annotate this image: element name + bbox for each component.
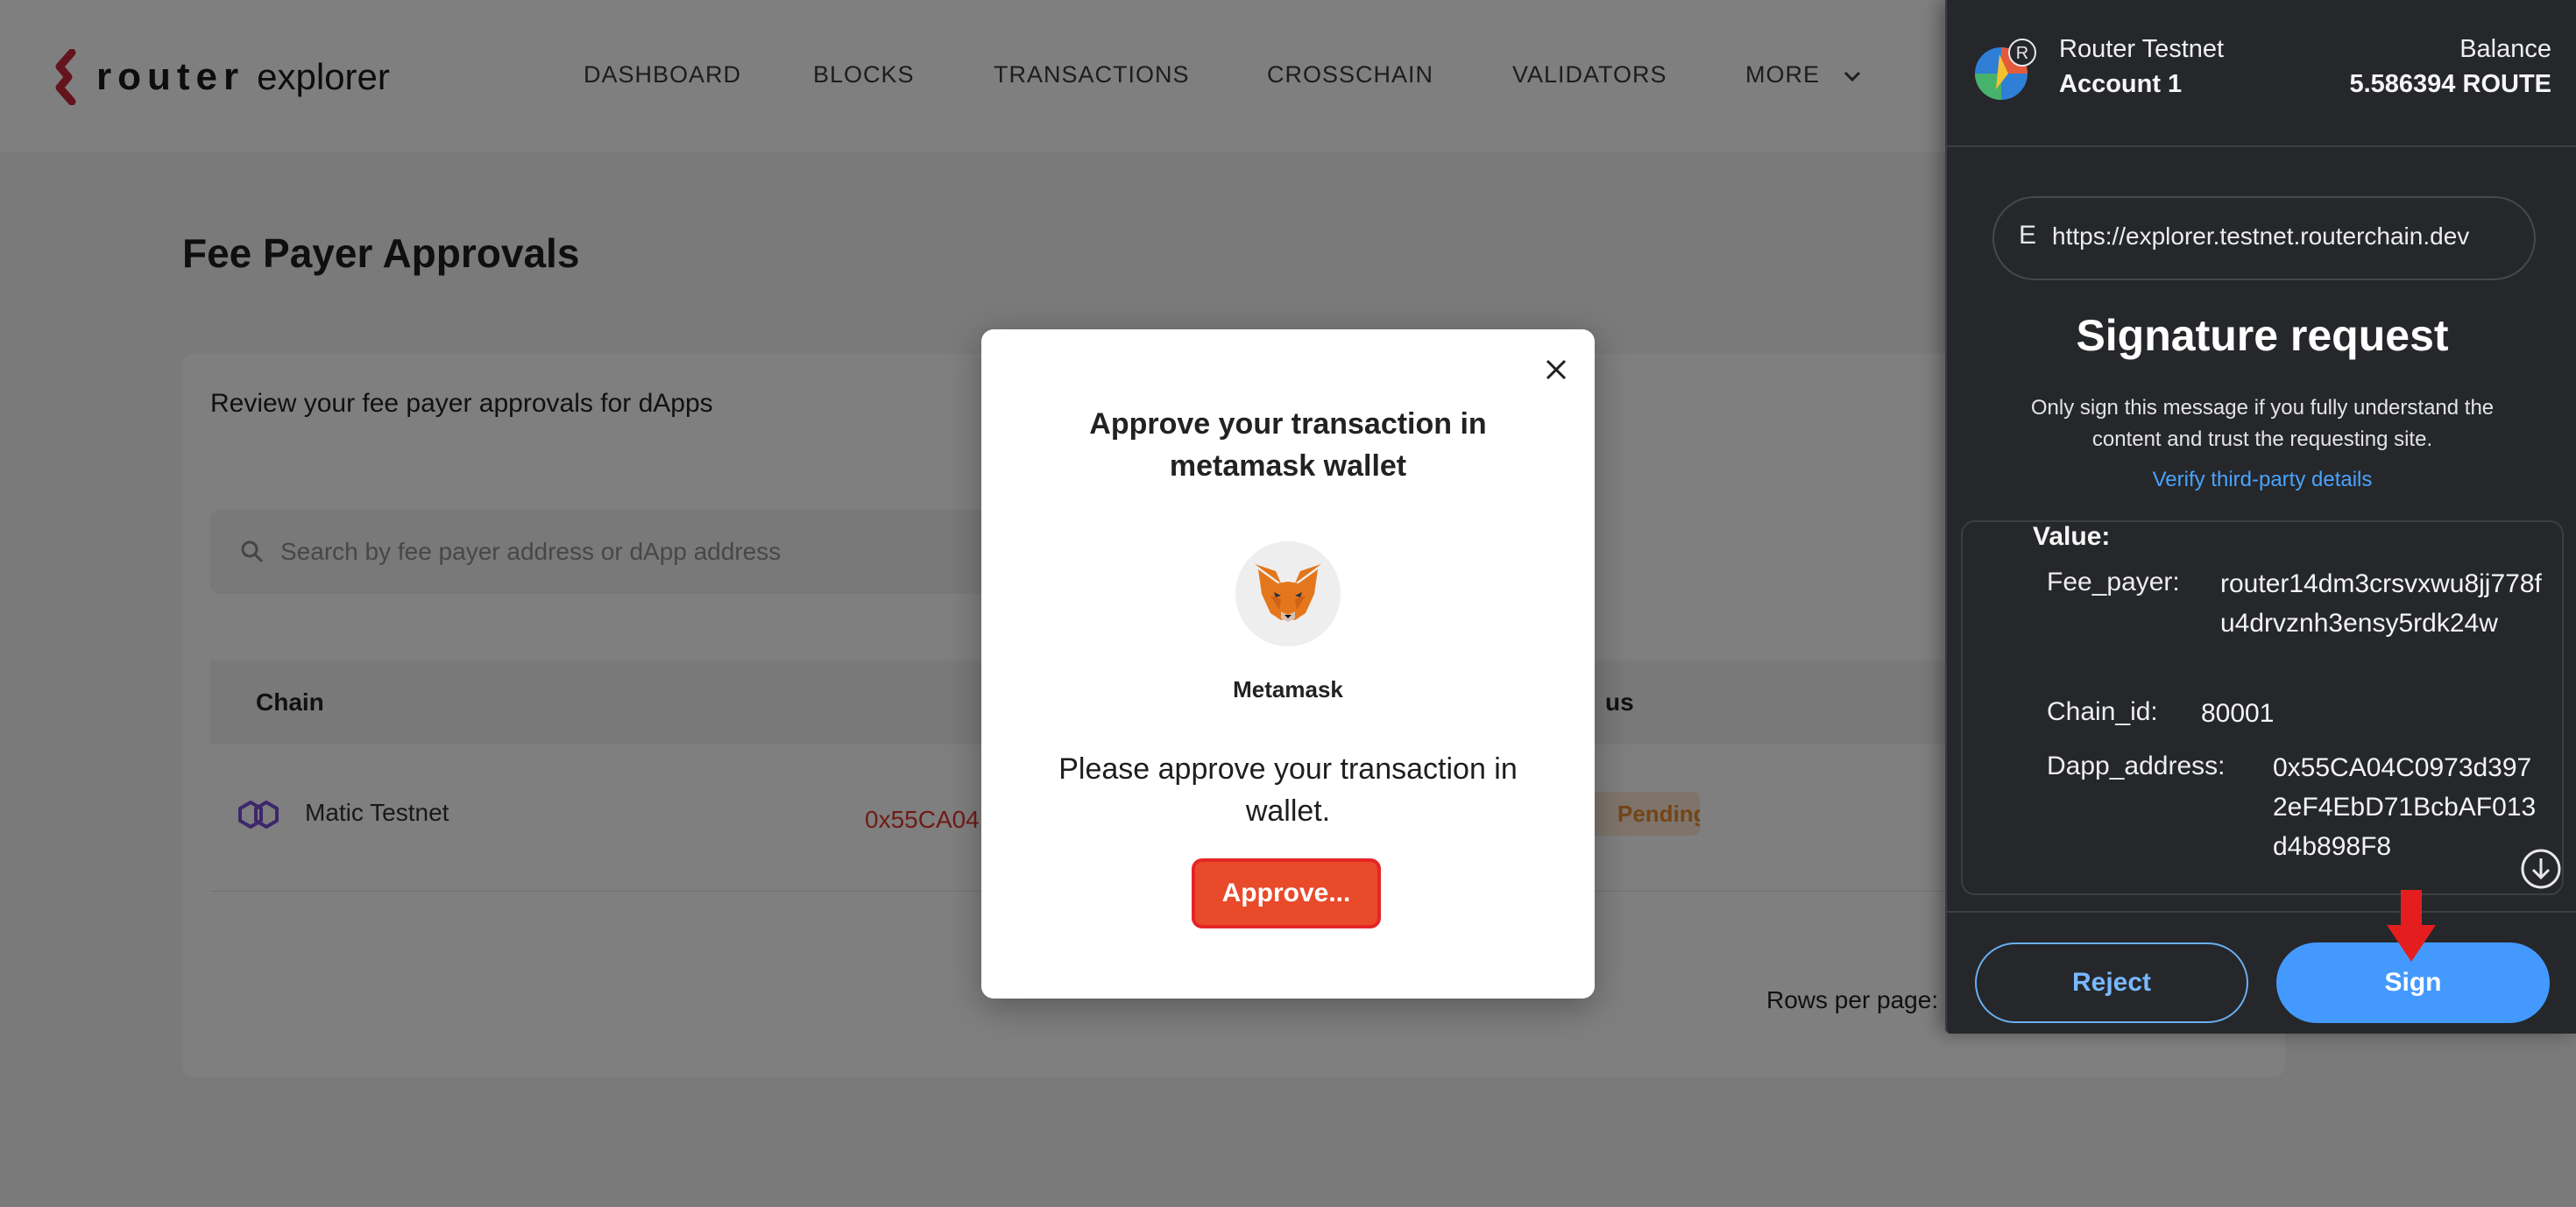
close-icon[interactable]: [1537, 350, 1575, 389]
wallet-name: Metamask: [1233, 676, 1343, 702]
network-name: Router Testnet: [2059, 35, 2225, 63]
signature-request-title: Signature request: [2076, 311, 2449, 360]
metamask-header: R Router Testnet Account 1 Balance 5.586…: [1947, 0, 2576, 147]
dapp-address-value: 0x55CA04C0973d3972eF4EbD71BcbAF013d4b898…: [2273, 753, 2537, 861]
chain-id-key: Chain_id:: [2047, 697, 2158, 726]
network-badge: R: [2016, 44, 2028, 63]
message-details-box[interactable]: Value: Fee_payer: router14dm3crsvxwu8jj7…: [1961, 520, 2564, 895]
origin-pill: E https://explorer.testnet.routerchain.d…: [1992, 196, 2536, 280]
metamask-signature-panel: R Router Testnet Account 1 Balance 5.586…: [1945, 0, 2576, 1034]
chain-id-value: 80001: [2201, 699, 2275, 728]
scroll-down-icon[interactable]: [2520, 848, 2562, 890]
account-identicon-icon: R: [1975, 39, 2036, 100]
approve-button[interactable]: Approve...: [1192, 858, 1381, 928]
value-label: Value:: [2033, 522, 2111, 551]
account-avatar[interactable]: R: [1973, 39, 2036, 102]
balance-label: Balance: [2459, 35, 2551, 63]
metamask-footer: Reject Sign: [1947, 911, 2576, 1034]
account-name: Account 1: [2059, 70, 2183, 98]
signature-warning: Only sign this message if you fully unde…: [2030, 396, 2495, 451]
origin-url: https://explorer.testnet.routerchain.dev: [2052, 222, 2470, 250]
metamask-fox-icon: [1255, 564, 1321, 622]
fee-payer-value: router14dm3crsvxwu8jj778fu4drvznh3ensy5r…: [2220, 569, 2542, 638]
balance-value: 5.586394 ROUTE: [2349, 70, 2551, 98]
fee-payer-key: Fee_payer:: [2047, 568, 2180, 596]
annotation-arrow-icon: [2387, 890, 2436, 962]
dialog-title: Approve your transaction in metamask wal…: [1089, 407, 1487, 483]
dialog-message: Please approve your transaction in walle…: [1058, 752, 1518, 828]
approve-transaction-dialog: Approve your transaction in metamask wal…: [981, 329, 1595, 999]
site-favicon-icon: E: [2019, 221, 2037, 250]
verify-third-party-link[interactable]: Verify third-party details: [1947, 468, 2576, 492]
wallet-avatar: [1235, 541, 1341, 646]
reject-button[interactable]: Reject: [1975, 942, 2248, 1023]
dapp-address-key: Dapp_address:: [2047, 752, 2226, 780]
